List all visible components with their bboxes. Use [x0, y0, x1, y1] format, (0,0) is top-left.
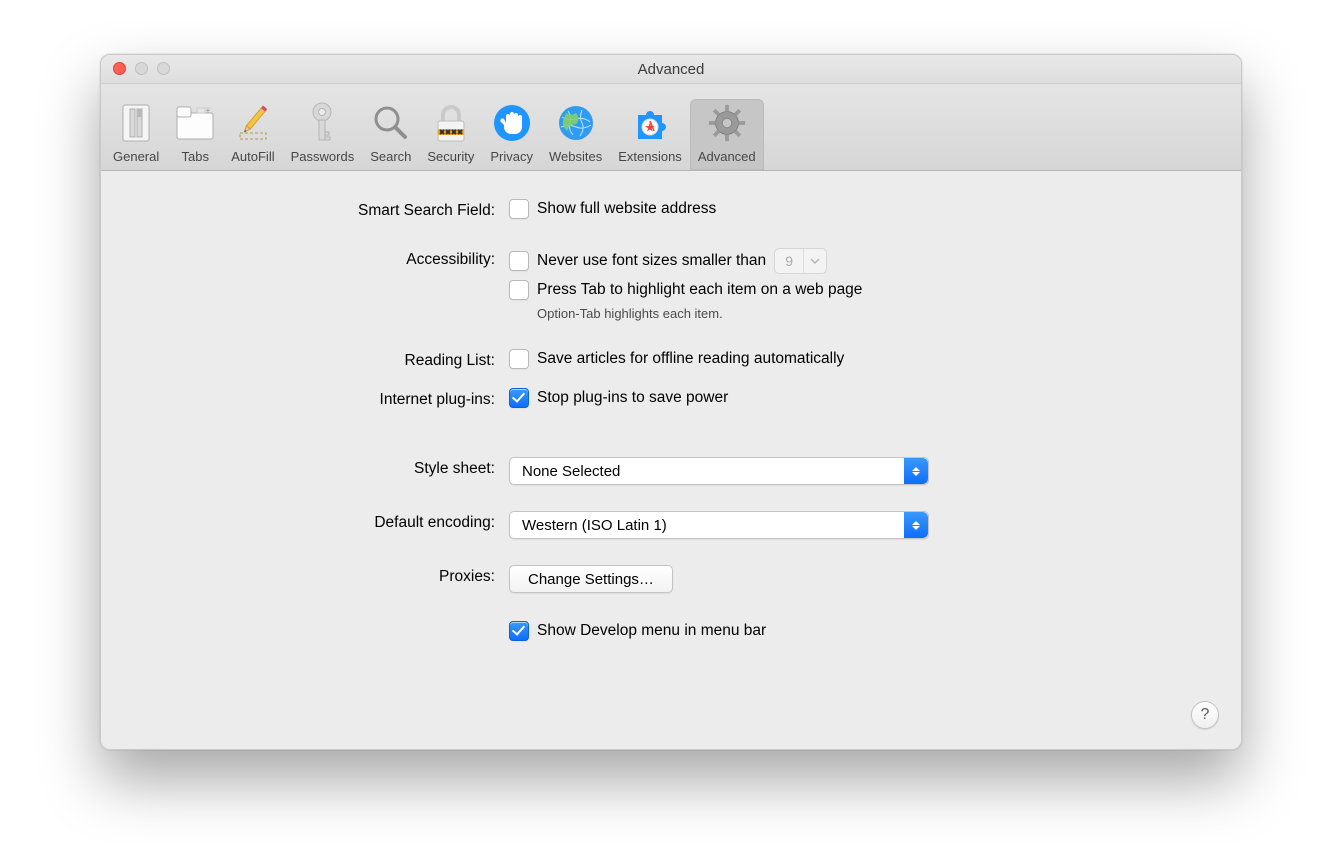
tabs-icon: +	[175, 103, 215, 143]
default-encoding-label: Default encoding:	[135, 511, 509, 532]
show-develop-menu-text: Show Develop menu in menu bar	[537, 622, 766, 640]
close-window-button[interactable]	[113, 62, 126, 75]
stop-plugins-text: Stop plug-ins to save power	[537, 389, 728, 407]
press-tab-text: Press Tab to highlight each item on a we…	[537, 281, 862, 299]
internet-plugins-label: Internet plug-ins:	[135, 388, 509, 409]
tab-label: Tabs	[182, 149, 209, 164]
min-font-checkbox[interactable]	[509, 251, 529, 271]
advanced-pane: Smart Search Field: Show full website ad…	[101, 171, 1241, 750]
tab-label: Extensions	[618, 149, 682, 164]
tab-label: Advanced	[698, 149, 756, 164]
proxies-label: Proxies:	[135, 565, 509, 586]
tab-label: Privacy	[490, 149, 533, 164]
change-settings-label: Change Settings…	[528, 571, 654, 588]
lock-icon	[431, 103, 471, 143]
press-tab-checkbox[interactable]	[509, 280, 529, 300]
tab-label: General	[113, 149, 159, 164]
tab-advanced[interactable]: Advanced	[690, 99, 764, 170]
tab-privacy[interactable]: Privacy	[482, 99, 541, 170]
tab-label: AutoFill	[231, 149, 274, 164]
tab-security[interactable]: Security	[419, 99, 482, 170]
show-full-address-text: Show full website address	[537, 200, 716, 218]
titlebar: Advanced	[101, 55, 1241, 84]
style-sheet-select[interactable]: None Selected	[509, 457, 929, 485]
svg-text:+: +	[206, 106, 211, 115]
min-font-value: 9	[775, 253, 803, 269]
change-settings-button[interactable]: Change Settings…	[509, 565, 673, 593]
default-encoding-value: Western (ISO Latin 1)	[522, 517, 667, 534]
gear-icon	[707, 103, 747, 143]
tab-autofill[interactable]: AutoFill	[223, 99, 282, 170]
accessibility-note: Option-Tab highlights each item.	[509, 306, 1207, 321]
tab-label: Passwords	[291, 149, 355, 164]
min-font-stepper[interactable]: 9	[774, 248, 827, 274]
help-icon: ?	[1201, 706, 1210, 724]
tab-websites[interactable]: Websites	[541, 99, 610, 170]
search-icon	[371, 103, 411, 143]
pencil-icon	[233, 103, 273, 143]
zoom-window-button[interactable]	[157, 62, 170, 75]
style-sheet-label: Style sheet:	[135, 457, 509, 478]
tab-passwords[interactable]: Passwords	[283, 99, 363, 170]
window-title: Advanced	[638, 61, 705, 78]
minimize-window-button[interactable]	[135, 62, 148, 75]
smart-search-label: Smart Search Field:	[135, 199, 509, 220]
tab-general[interactable]: General	[105, 99, 167, 170]
window-controls	[113, 62, 170, 75]
accessibility-label: Accessibility:	[135, 248, 509, 269]
select-arrows-icon	[904, 458, 928, 484]
puzzle-icon	[630, 103, 670, 143]
tab-tabs[interactable]: + Tabs	[167, 99, 223, 170]
tab-label: Websites	[549, 149, 602, 164]
preferences-window: Advanced General	[100, 54, 1242, 750]
save-offline-checkbox[interactable]	[509, 349, 529, 369]
help-button[interactable]: ?	[1191, 701, 1219, 729]
tab-search[interactable]: Search	[362, 99, 419, 170]
hand-icon	[492, 103, 532, 143]
switch-icon	[116, 103, 156, 143]
stop-plugins-checkbox[interactable]	[509, 388, 529, 408]
show-full-address-checkbox[interactable]	[509, 199, 529, 219]
show-develop-menu-checkbox[interactable]	[509, 621, 529, 641]
key-icon	[302, 103, 342, 143]
preferences-toolbar: General + Tabs	[101, 84, 1241, 171]
save-offline-text: Save articles for offline reading automa…	[537, 350, 844, 368]
tab-label: Security	[427, 149, 474, 164]
chevron-down-icon	[803, 249, 826, 273]
globe-icon	[556, 103, 596, 143]
default-encoding-select[interactable]: Western (ISO Latin 1)	[509, 511, 929, 539]
tab-extensions[interactable]: Extensions	[610, 99, 690, 170]
reading-list-label: Reading List:	[135, 349, 509, 370]
style-sheet-value: None Selected	[522, 463, 620, 480]
select-arrows-icon	[904, 512, 928, 538]
tab-label: Search	[370, 149, 411, 164]
min-font-text: Never use font sizes smaller than	[537, 252, 766, 270]
